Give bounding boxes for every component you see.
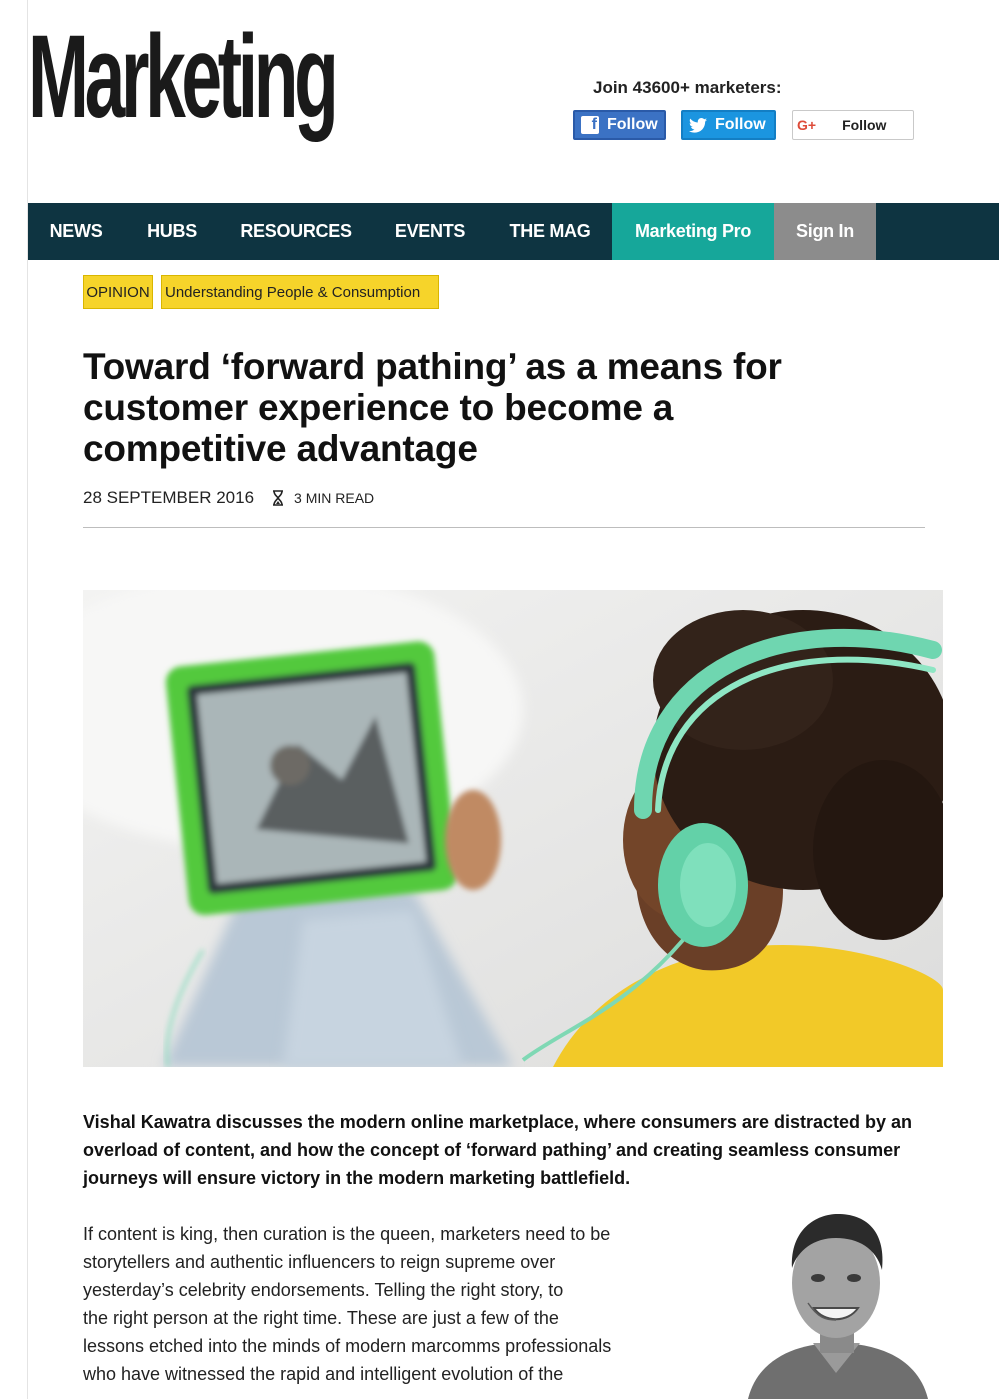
google-plus-icon: G+	[797, 117, 817, 133]
article-title: Toward ‘forward pathing’ as a means for …	[83, 346, 782, 469]
google-plus-follow-label: Follow	[842, 117, 887, 133]
tag-opinion[interactable]: OPINION	[83, 275, 153, 309]
twitter-icon	[689, 117, 707, 133]
join-text: Join 43600+ marketers:	[593, 78, 782, 97]
body-line: yesterday’s celebrity endorsements. Tell…	[83, 1280, 564, 1300]
article-tags: OPINION Understanding People & Consumpti…	[83, 275, 439, 309]
nav-item-hubs[interactable]: HUBS	[124, 203, 220, 260]
twitter-follow-label: Follow	[715, 116, 766, 133]
publish-date: 28 SEPTEMBER 2016	[83, 488, 255, 507]
tag-category[interactable]: Understanding People & Consumption	[161, 275, 439, 309]
facebook-icon: f	[581, 116, 599, 134]
nav-item-marketing-pro[interactable]: Marketing Pro	[612, 203, 774, 260]
body-line: the right person at the right time. Thes…	[83, 1308, 559, 1328]
facebook-follow-label: Follow	[607, 116, 658, 133]
hourglass-icon	[272, 490, 284, 506]
author-photo	[728, 1208, 943, 1399]
sign-in-button[interactable]: Sign In	[774, 203, 876, 260]
body-line: who have witnessed the rapid and intelli…	[83, 1364, 564, 1384]
twitter-follow-button[interactable]: Follow	[681, 110, 776, 140]
body-line: lessons etched into the minds of modern …	[83, 1336, 612, 1356]
article-standfirst: Vishal Kawatra discusses the modern onli…	[83, 1112, 912, 1188]
google-plus-follow-button[interactable]: G+ Follow	[792, 110, 914, 140]
hero-image	[83, 590, 943, 1067]
meta-divider	[83, 527, 925, 528]
facebook-follow-button[interactable]: f Follow	[573, 110, 666, 140]
page: Marketing Join 43600+ marketers: f Follo…	[28, 0, 999, 1399]
read-time: 3 MIN READ	[294, 490, 375, 506]
nav-item-news[interactable]: NEWS	[28, 203, 124, 260]
nav-item-resources[interactable]: RESOURCES	[220, 203, 372, 260]
article-body: If content is king, then curation is the…	[83, 1220, 703, 1388]
site-logo[interactable]: Marketing	[28, 18, 339, 136]
main-nav: NEWS HUBS RESOURCES EVENTS THE MAG Marke…	[28, 203, 999, 260]
body-line: If content is king, then curation is the…	[83, 1224, 611, 1244]
nav-item-events[interactable]: EVENTS	[372, 203, 488, 260]
body-line: storytellers and authentic influencers t…	[83, 1252, 556, 1272]
article-meta: 28 SEPTEMBER 2016 3 MIN READ	[83, 488, 374, 508]
nav-item-the-mag[interactable]: THE MAG	[488, 203, 612, 260]
